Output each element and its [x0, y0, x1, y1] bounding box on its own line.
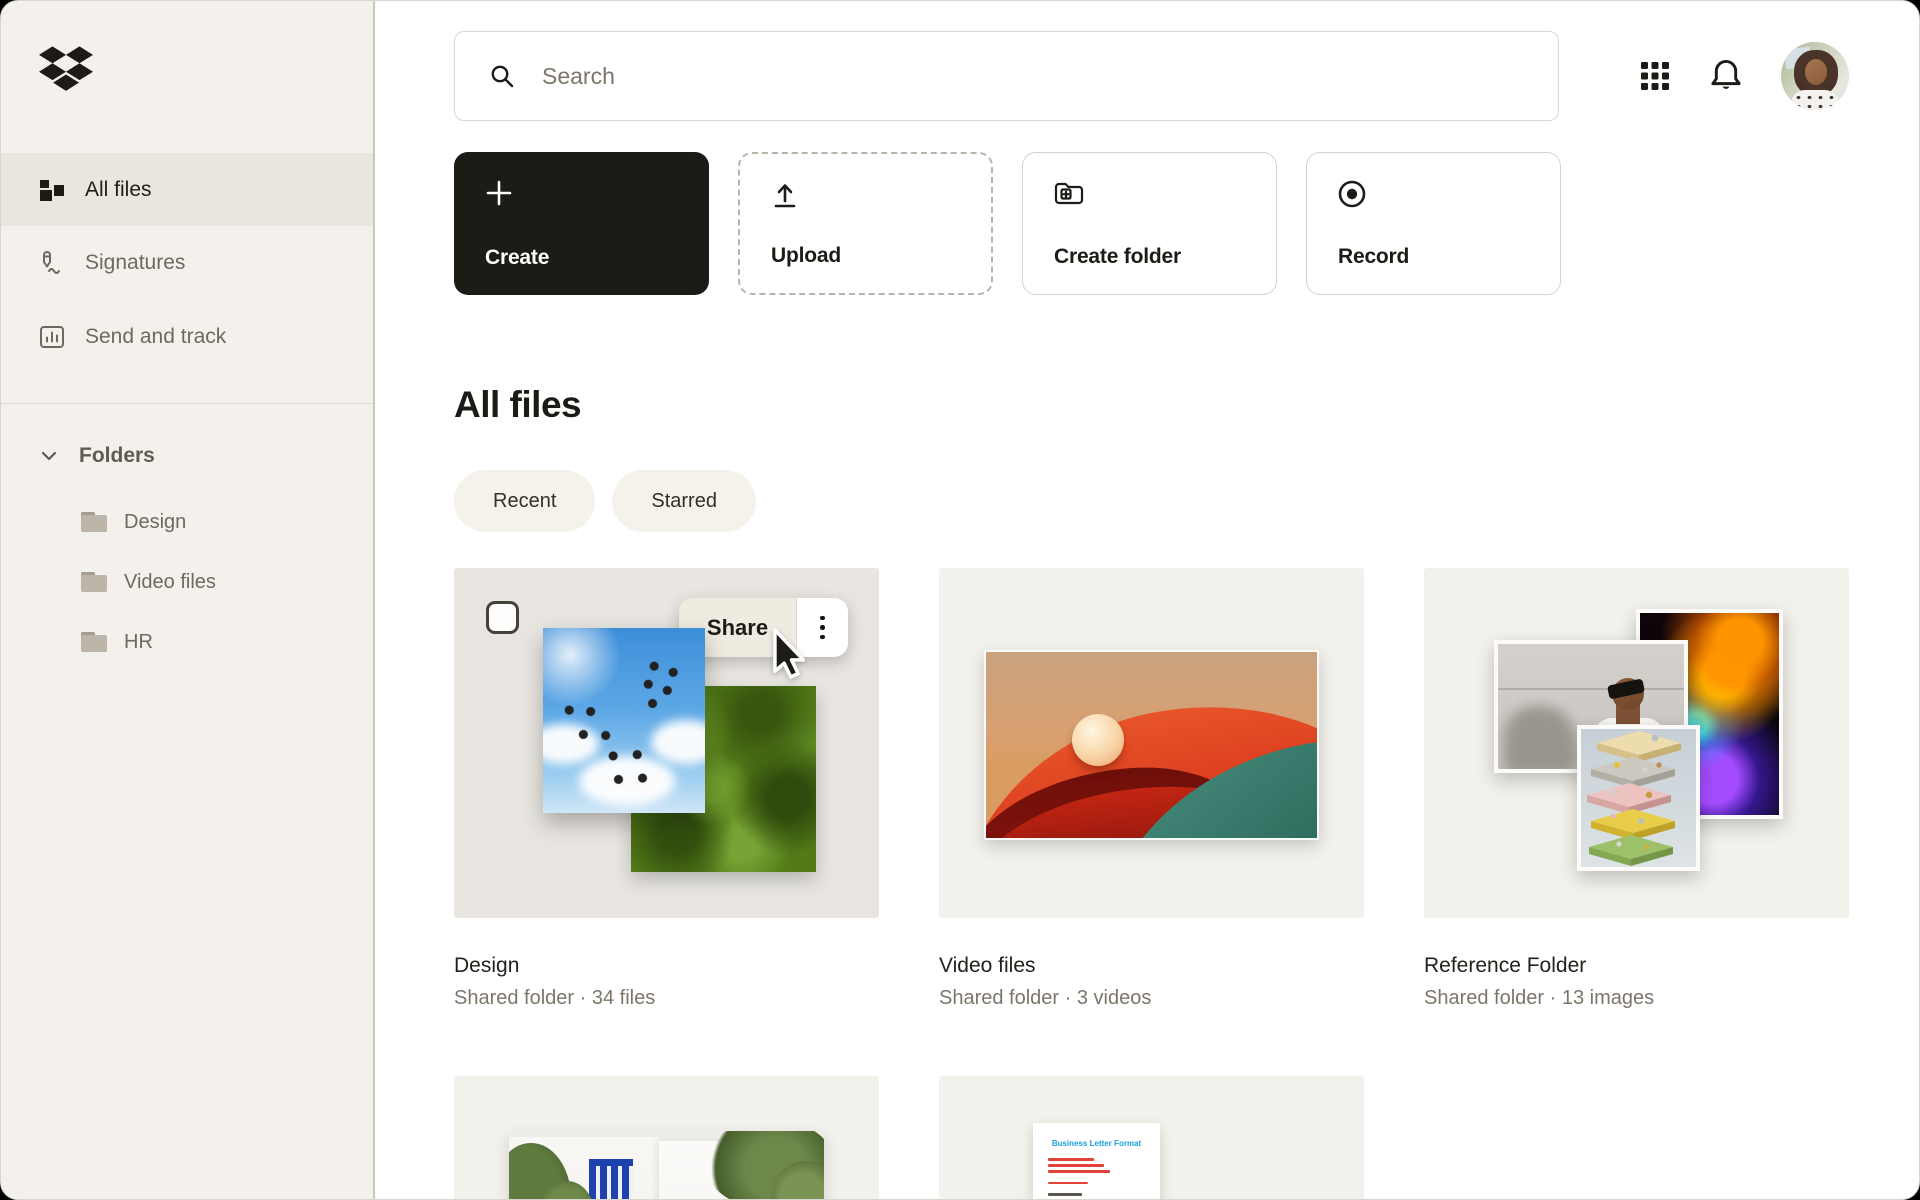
abstract-waves-image — [984, 650, 1319, 840]
folder-label: Design — [124, 510, 187, 533]
record-button[interactable]: Record — [1306, 152, 1561, 295]
folder-card-design[interactable]: Share Design Shared folder · 34 files — [454, 568, 879, 1010]
sidebar-folder-hr[interactable]: HR — [1, 612, 373, 672]
mouse-cursor — [772, 628, 816, 682]
folder-card-name[interactable]: Video files — [939, 954, 1364, 978]
sidebar: All files Signatures Send and track Fold… — [1, 1, 375, 1199]
apps-grid-icon — [1641, 62, 1669, 90]
folder-card-thumbnail[interactable] — [454, 1076, 879, 1199]
user-avatar[interactable] — [1781, 42, 1849, 110]
sidebar-item-signatures[interactable]: Signatures — [1, 226, 373, 300]
chevron-down-icon — [39, 446, 59, 466]
search-icon — [489, 63, 516, 90]
page-title: All files — [454, 384, 582, 425]
bell-icon — [1711, 60, 1741, 89]
all-files-icon — [39, 178, 65, 202]
files-grid: Share Design Shared folder · 34 files Vi… — [454, 568, 1919, 1199]
main-content: Create Upload — [375, 1, 1919, 1199]
upload-icon — [770, 180, 800, 210]
sidebar-divider — [1, 403, 373, 404]
signature-pen-icon — [39, 250, 65, 276]
vertical-ellipsis-icon — [820, 615, 825, 621]
sidebar-item-label: Send and track — [85, 325, 227, 348]
filter-chip-starred[interactable]: Starred — [612, 470, 756, 532]
folder-card-thumbnail[interactable]: Share — [454, 568, 879, 918]
document-title: Business Letter Format — [1051, 1139, 1142, 1148]
create-folder-button[interactable]: Create folder — [1022, 152, 1277, 295]
santorini-photo — [509, 1131, 824, 1199]
folder-card-meta: Shared folder · 3 videos — [939, 987, 1152, 1009]
dropbox-app-window: All files Signatures Send and track Fold… — [0, 0, 1920, 1200]
filter-chip-recent[interactable]: Recent — [454, 470, 596, 532]
topbar — [454, 31, 1919, 121]
record-button-label: Record — [1338, 245, 1410, 268]
dropbox-logo[interactable] — [39, 46, 93, 94]
folder-card-thumbnail[interactable] — [939, 568, 1364, 918]
folder-icon — [81, 632, 107, 652]
folders-section-toggle[interactable]: Folders — [1, 419, 373, 492]
upload-button-label: Upload — [771, 244, 841, 267]
filter-chips: Recent Starred — [454, 470, 1919, 532]
folder-card-partial-1[interactable] — [454, 1076, 879, 1199]
topbar-icons — [1639, 42, 1849, 110]
bar-chart-icon — [39, 325, 65, 349]
folders-header-label: Folders — [79, 443, 155, 467]
folder-card-partial-2[interactable]: Business Letter Format — [939, 1076, 1364, 1199]
dice-sky-image — [543, 628, 705, 813]
folder-label: Video files — [124, 570, 216, 593]
sidebar-folder-video-files[interactable]: Video files — [1, 552, 373, 612]
sidebar-item-all-files[interactable]: All files — [1, 153, 373, 226]
folder-card-thumbnail[interactable] — [1424, 568, 1849, 918]
folder-card-video-files[interactable]: Video files Shared folder · 3 videos — [939, 568, 1364, 1010]
folder-icon — [81, 572, 107, 592]
folder-card-reference[interactable]: Reference Folder Shared folder · 13 imag… — [1424, 568, 1849, 1010]
create-button-label: Create — [485, 246, 550, 269]
folder-plus-icon — [1053, 179, 1085, 207]
record-icon — [1337, 179, 1367, 209]
folder-card-meta: Shared folder · 13 images — [1424, 987, 1655, 1009]
dropbox-logo-icon — [39, 46, 93, 91]
quick-actions: Create Upload Create folder Record — [454, 152, 1919, 295]
create-button[interactable]: Create — [454, 152, 709, 295]
folder-card-meta: Shared folder · 34 files — [454, 987, 656, 1009]
search-bar[interactable] — [454, 31, 1559, 121]
plus-icon — [484, 178, 514, 208]
search-input[interactable] — [540, 61, 1558, 91]
folder-card-name[interactable]: Reference Folder — [1424, 954, 1849, 978]
notifications-button[interactable] — [1709, 58, 1743, 94]
sidebar-item-label: Signatures — [85, 251, 186, 274]
sidebar-nav: All files Signatures Send and track — [1, 153, 373, 374]
create-folder-button-label: Create folder — [1054, 245, 1181, 268]
sidebar-item-label: All files — [85, 177, 152, 201]
sidebar-folder-design[interactable]: Design — [1, 492, 373, 552]
folder-icon — [81, 512, 107, 532]
select-checkbox[interactable] — [486, 601, 519, 634]
isometric-layers-image — [1577, 725, 1700, 871]
folder-card-name[interactable]: Design — [454, 954, 879, 978]
upload-button[interactable]: Upload — [738, 152, 993, 295]
sidebar-item-send-and-track[interactable]: Send and track — [1, 300, 373, 374]
business-letter-document: Business Letter Format — [1033, 1123, 1160, 1199]
avatar-face — [1805, 59, 1827, 85]
folder-label: HR — [124, 630, 153, 653]
folder-card-thumbnail[interactable]: Business Letter Format — [939, 1076, 1364, 1199]
avatar-clothing — [1791, 90, 1839, 110]
apps-grid-button[interactable] — [1639, 60, 1671, 92]
